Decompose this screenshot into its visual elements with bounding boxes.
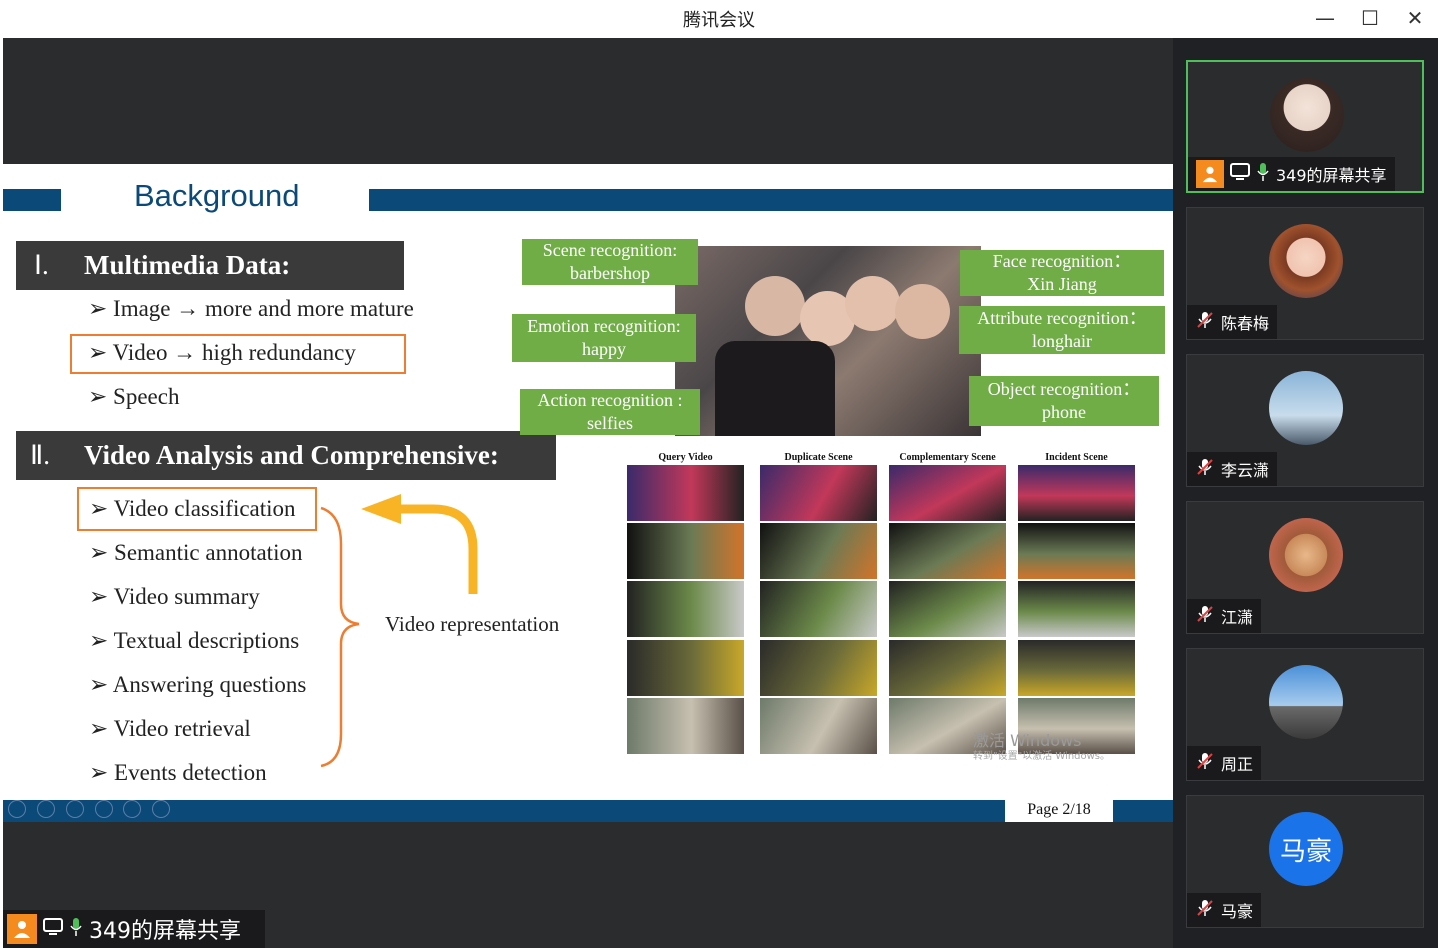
- label-face: Face recognition： Xin Jiang: [960, 250, 1164, 296]
- minimize-button[interactable]: —: [1310, 4, 1340, 32]
- grid-column-header: Incident Scene: [1045, 452, 1108, 463]
- initials-avatar: 马豪: [1269, 812, 1343, 886]
- video-representation-label: Video representation: [385, 612, 560, 636]
- video-thumbnail: [760, 523, 877, 579]
- eiffel-tower-avatar: [1269, 371, 1343, 445]
- video-thumbnail: [627, 698, 744, 754]
- participant-namebar: 李云潇: [1187, 452, 1278, 486]
- person-icon: [1196, 160, 1224, 188]
- grid-column-header: Duplicate Scene: [784, 452, 853, 463]
- participant-name: 周正: [1221, 755, 1254, 774]
- participant-name: 陈春梅: [1221, 314, 1270, 333]
- zoom-icon[interactable]: [123, 800, 141, 818]
- woman-glasses-avatar: [1270, 78, 1344, 152]
- participant-name: 马豪: [1221, 902, 1254, 921]
- participant-tile[interactable]: 马豪 马豪: [1186, 795, 1424, 928]
- video-thumbnail: [889, 640, 1006, 696]
- slide-footer-bar: [3, 800, 1173, 822]
- more-options-icon[interactable]: [152, 800, 170, 818]
- video-thumbnail: [1018, 640, 1135, 696]
- window-title: 腾讯会议: [683, 10, 755, 31]
- mic-muted-icon: [1195, 310, 1215, 334]
- girl-cartoon-avatar: [1269, 224, 1343, 298]
- video-thumbnail: [889, 523, 1006, 579]
- participant-namebar: 江潇: [1187, 599, 1262, 633]
- title-bar: 腾讯会议 — ☐ ✕: [0, 0, 1438, 38]
- mic-muted-icon: [1195, 898, 1215, 922]
- next-slide-icon[interactable]: [37, 800, 55, 818]
- maximize-button[interactable]: ☐: [1355, 4, 1385, 32]
- video-thumbnail: [760, 581, 877, 637]
- grid-column-header: Query Video: [658, 452, 713, 463]
- monkey-avatar: [1269, 518, 1343, 592]
- screen-share-icon: [43, 918, 63, 940]
- video-thumbnail: [1018, 523, 1135, 579]
- mic-on-icon: [1256, 162, 1270, 186]
- participant-namebar: 陈春梅: [1187, 305, 1278, 339]
- mic-muted-icon: [1195, 751, 1215, 775]
- page-number: Page 2/18: [1005, 798, 1113, 822]
- video-thumbnail: [627, 640, 744, 696]
- participant-tile[interactable]: 349的屏幕共享: [1186, 60, 1424, 193]
- label-emotion: Emotion recognition: happy: [512, 314, 696, 362]
- close-button[interactable]: ✕: [1400, 4, 1430, 32]
- video-thumbnail: [1018, 465, 1135, 521]
- mic-muted-icon: [1195, 457, 1215, 481]
- participant-tile[interactable]: 陈春梅: [1186, 207, 1424, 340]
- video-thumbnail: [627, 581, 744, 637]
- label-object: Object recognition： phone: [969, 376, 1159, 426]
- windmill-photo-avatar: [1269, 665, 1343, 739]
- participant-namebar: 349的屏幕共享: [1188, 157, 1395, 191]
- video-thumbnail: [627, 465, 744, 521]
- mic-muted-icon: [1195, 604, 1215, 628]
- participant-name: 李云潇: [1221, 461, 1270, 480]
- grid-column-header: Complementary Scene: [899, 452, 996, 463]
- participant-tile[interactable]: 李云潇: [1186, 354, 1424, 487]
- participant-name: 江潇: [1221, 608, 1254, 627]
- label-action: Action recognition : selfies: [520, 389, 700, 435]
- participant-sidebar: 349的屏幕共享陈春梅李云潇江潇周正马豪 马豪: [1173, 38, 1438, 948]
- pen-icon[interactable]: [66, 800, 84, 818]
- label-attribute: Attribute recognition： longhair: [959, 306, 1165, 354]
- selfie-photo: [675, 246, 981, 436]
- video-thumbnail: [889, 465, 1006, 521]
- video-thumbnail: [627, 523, 744, 579]
- participant-tile[interactable]: 江潇: [1186, 501, 1424, 634]
- video-thumbnail: [760, 640, 877, 696]
- video-thumbnail: [760, 465, 877, 521]
- participant-namebar: 周正: [1187, 746, 1262, 780]
- screen-share-icon: [1230, 163, 1250, 185]
- screen-share-label: 349的屏幕共享: [3, 910, 265, 948]
- video-thumbnail: [1018, 581, 1135, 637]
- participant-tile[interactable]: 周正: [1186, 648, 1424, 781]
- screen-share-text: 349的屏幕共享: [89, 919, 241, 944]
- mic-on-icon: [69, 917, 83, 941]
- person-icon: [7, 914, 37, 944]
- participant-namebar: 马豪: [1187, 893, 1262, 927]
- slides-overview-icon[interactable]: [95, 800, 113, 818]
- participant-name: 349的屏幕共享: [1276, 166, 1387, 185]
- video-thumbnail: [889, 581, 1006, 637]
- prev-slide-icon[interactable]: [8, 800, 26, 818]
- video-thumbnail: [760, 698, 877, 754]
- presentation-slide: Background Ⅰ. Multimedia Data: ➢ Image →…: [3, 164, 1173, 822]
- activation-watermark-hint: 转到"设置"以激活 Windows。: [973, 751, 1111, 762]
- label-scene: Scene recognition: barbershop: [522, 239, 698, 285]
